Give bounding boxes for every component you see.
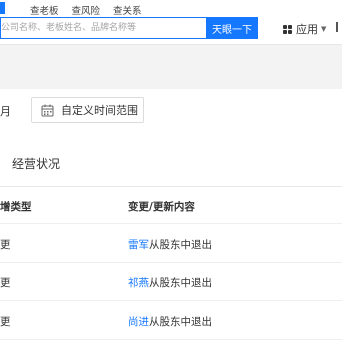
tab-boss[interactable]: 查老板: [30, 3, 59, 17]
row-divider: [0, 300, 342, 301]
apps-menu[interactable]: 应用 ▼: [283, 21, 326, 37]
tab-business-status[interactable]: 经营状况: [12, 155, 60, 172]
top-header: 查老板 查风险 查关系 天眼一下 应用 ▼: [0, 0, 342, 45]
month-filter-option[interactable]: 月: [0, 103, 11, 119]
tab-relation[interactable]: 查关系: [113, 3, 142, 17]
date-filter-row: 月 自定义时间范围: [0, 89, 342, 135]
action-text: 从股东中退出: [149, 316, 212, 328]
active-search-tab[interactable]: [0, 2, 5, 14]
search-box: [0, 17, 206, 39]
column-header-content: 变更/更新内容: [128, 201, 195, 213]
calendar-icon: [41, 104, 54, 116]
apps-label: 应用: [296, 23, 318, 36]
search-type-tabs: 查老板 查风险 查关系: [30, 3, 142, 17]
content-cell: 尚进从股东中退出: [128, 314, 212, 329]
search-input[interactable]: [1, 18, 206, 38]
custom-range-label: 自定义时间范围: [61, 104, 138, 117]
row-divider: [0, 262, 342, 263]
tab-risk[interactable]: 查风险: [72, 3, 101, 17]
change-type-cell: 更: [0, 316, 11, 328]
row-divider: [0, 339, 342, 340]
section-divider: [0, 186, 342, 187]
change-type-cell: 更: [0, 277, 11, 289]
person-link[interactable]: 尚进: [128, 316, 149, 328]
content-cell: 祁燕从股东中退出: [128, 275, 212, 290]
apps-grid-icon: [283, 24, 292, 34]
action-text: 从股东中退出: [149, 277, 212, 289]
search-button[interactable]: 天眼一下: [206, 17, 258, 39]
column-header-change-type: 增类型: [0, 201, 32, 213]
person-link[interactable]: 祁燕: [128, 277, 149, 289]
overflow-icon[interactable]: [336, 22, 342, 32]
content-cell: 雷军从股东中退出: [128, 237, 212, 252]
chevron-down-icon: ▼: [321, 25, 327, 33]
row-divider: [0, 223, 342, 224]
change-type-cell: 更: [0, 239, 11, 251]
action-text: 从股东中退出: [149, 239, 212, 251]
custom-range-button[interactable]: 自定义时间范围: [31, 97, 144, 123]
person-link[interactable]: 雷军: [128, 239, 149, 251]
grey-band: [0, 45, 342, 89]
page: 查老板 查风险 查关系 天眼一下 应用 ▼ 月: [0, 0, 342, 342]
